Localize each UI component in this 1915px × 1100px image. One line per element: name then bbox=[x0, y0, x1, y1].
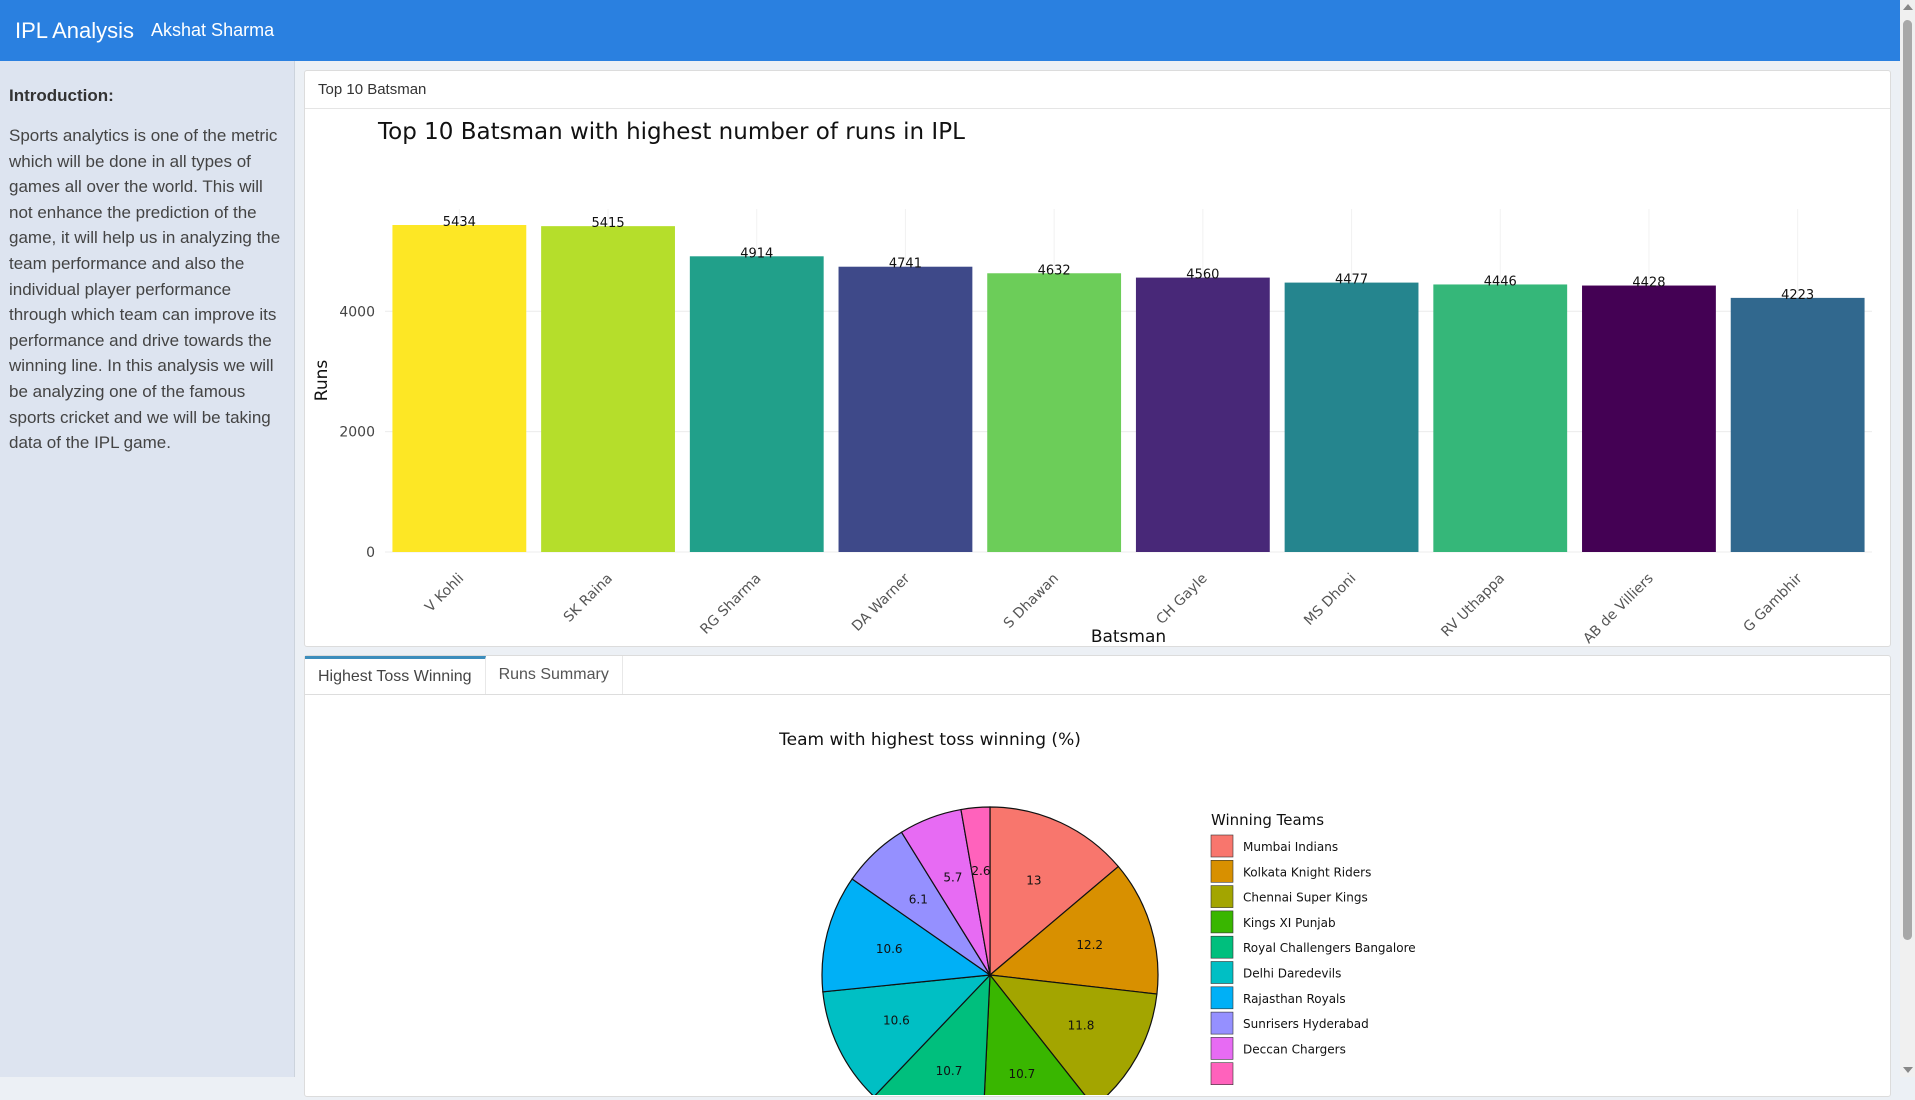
top-batsman-panel: Top 10 Batsman Top 10 Batsman with highe… bbox=[304, 70, 1891, 647]
pie-slice-label: 10.6 bbox=[883, 1014, 910, 1028]
x-tick-label: S Dhawan bbox=[1001, 571, 1062, 632]
tab-bar: Highest Toss Winning Runs Summary bbox=[305, 656, 1890, 695]
toss-panel: Highest Toss Winning Runs Summary Team w… bbox=[304, 655, 1891, 1100]
x-tick-label: CH Gayle bbox=[1153, 571, 1210, 628]
data-label: 4477 bbox=[1335, 273, 1368, 288]
sidebar: Introduction: Sports analytics is one of… bbox=[0, 61, 295, 1077]
legend-swatch bbox=[1210, 910, 1234, 934]
scroll-thumb[interactable] bbox=[1903, 20, 1912, 940]
bar bbox=[1582, 285, 1716, 552]
legend-title: Winning Teams bbox=[1211, 811, 1324, 829]
x-tick-label: MS Dhoni bbox=[1301, 571, 1359, 629]
x-tick-label: V Kohli bbox=[422, 571, 467, 616]
data-label: 5415 bbox=[592, 216, 625, 231]
pie-slice-label: 10.7 bbox=[1008, 1067, 1035, 1081]
data-label: 4741 bbox=[889, 257, 922, 272]
data-label: 4428 bbox=[1632, 276, 1665, 291]
legend-swatch bbox=[1210, 885, 1234, 908]
bar bbox=[838, 266, 973, 552]
data-label: 5434 bbox=[443, 215, 476, 230]
y-tick-label: 4000 bbox=[339, 304, 375, 320]
tab-runs-summary[interactable]: Runs Summary bbox=[486, 656, 623, 694]
data-label: 4560 bbox=[1186, 268, 1219, 283]
legend-swatch bbox=[1210, 935, 1234, 959]
intro-heading: Introduction: bbox=[9, 86, 114, 105]
bar bbox=[541, 226, 675, 552]
legend-swatch bbox=[1210, 834, 1234, 858]
legend-swatch bbox=[1210, 1011, 1234, 1035]
panel-header: Top 10 Batsman bbox=[305, 71, 1890, 109]
x-tick-label: RV Uthappa bbox=[1438, 571, 1508, 641]
legend-label: Chennai Super Kings bbox=[1243, 891, 1368, 905]
legend-swatch bbox=[1210, 1037, 1234, 1060]
x-tick-label: G Gambhir bbox=[1741, 570, 1806, 635]
bar bbox=[1433, 284, 1568, 552]
pie-slice-label: 2.6 bbox=[971, 864, 990, 878]
legend-label: Mumbai Indians bbox=[1243, 840, 1338, 854]
intro-text: Sports analytics is one of the metric wh… bbox=[9, 126, 281, 453]
bar bbox=[689, 256, 824, 552]
pie-title: Team with highest toss winning (%) bbox=[778, 730, 1081, 750]
app-header: IPL Analysis Akshat Sharma bbox=[0, 0, 1900, 61]
y-tick-label: 2000 bbox=[339, 425, 375, 441]
batsman-bar-chart: Top 10 Batsman with highest number of ru… bbox=[312, 119, 1872, 647]
legend-swatch bbox=[1210, 986, 1234, 1010]
legend-label: Kings XI Punjab bbox=[1243, 916, 1336, 930]
legend-swatch bbox=[1210, 860, 1234, 883]
pie-slice-label: 6.1 bbox=[909, 892, 928, 906]
legend-label: Kolkata Knight Riders bbox=[1243, 865, 1371, 879]
y-tick-label: 0 bbox=[366, 545, 375, 561]
x-tick-label: AB de Villiers bbox=[1580, 571, 1656, 646]
pie-slice-label: 12.2 bbox=[1076, 938, 1103, 952]
pie-slice-label: 5.7 bbox=[943, 871, 962, 885]
x-tick-label: DA Warner bbox=[849, 570, 913, 634]
legend-label: Sunrisers Hyderabad bbox=[1243, 1017, 1369, 1031]
bar bbox=[1135, 277, 1270, 552]
data-label: 4914 bbox=[740, 246, 773, 261]
scroll-down-icon[interactable] bbox=[1903, 1067, 1913, 1073]
page-scrollbar[interactable] bbox=[1900, 0, 1915, 1077]
legend-swatch bbox=[1210, 961, 1234, 984]
tab-highest-toss-winning[interactable]: Highest Toss Winning bbox=[305, 656, 486, 694]
data-label: 4223 bbox=[1781, 288, 1814, 303]
pie-slice-label: 10.7 bbox=[936, 1064, 963, 1078]
app-title[interactable]: IPL Analysis bbox=[15, 18, 134, 44]
bar bbox=[392, 225, 527, 553]
app-subtitle: Akshat Sharma bbox=[151, 20, 275, 40]
legend-label: Deccan Chargers bbox=[1243, 1042, 1346, 1056]
pie-slice-label: 10.6 bbox=[876, 942, 903, 956]
y-axis-title: Runs bbox=[312, 360, 332, 402]
legend-label: Royal Challengers Bangalore bbox=[1243, 941, 1416, 955]
pie-slice-label: 11.8 bbox=[1068, 1019, 1095, 1033]
scroll-up-icon[interactable] bbox=[1903, 4, 1913, 10]
chart-title: Top 10 Batsman with highest number of ru… bbox=[377, 119, 965, 145]
legend-swatch bbox=[1210, 1062, 1234, 1086]
bar bbox=[1284, 282, 1419, 552]
x-tick-label: RG Sharma bbox=[697, 571, 764, 638]
x-axis-title: Batsman bbox=[1091, 627, 1166, 646]
data-label: 4446 bbox=[1484, 274, 1517, 289]
legend-label: Rajasthan Royals bbox=[1243, 992, 1346, 1006]
bar bbox=[987, 273, 1122, 552]
legend-label: Delhi Daredevils bbox=[1243, 967, 1341, 981]
pie-slice-label: 13 bbox=[1026, 874, 1041, 888]
bar bbox=[1730, 297, 1865, 552]
x-tick-label: SK Raina bbox=[561, 571, 616, 626]
data-label: 4632 bbox=[1038, 263, 1071, 278]
toss-pie-chart: Team with highest toss winning (%) 13 12.2… bbox=[778, 730, 1416, 1100]
